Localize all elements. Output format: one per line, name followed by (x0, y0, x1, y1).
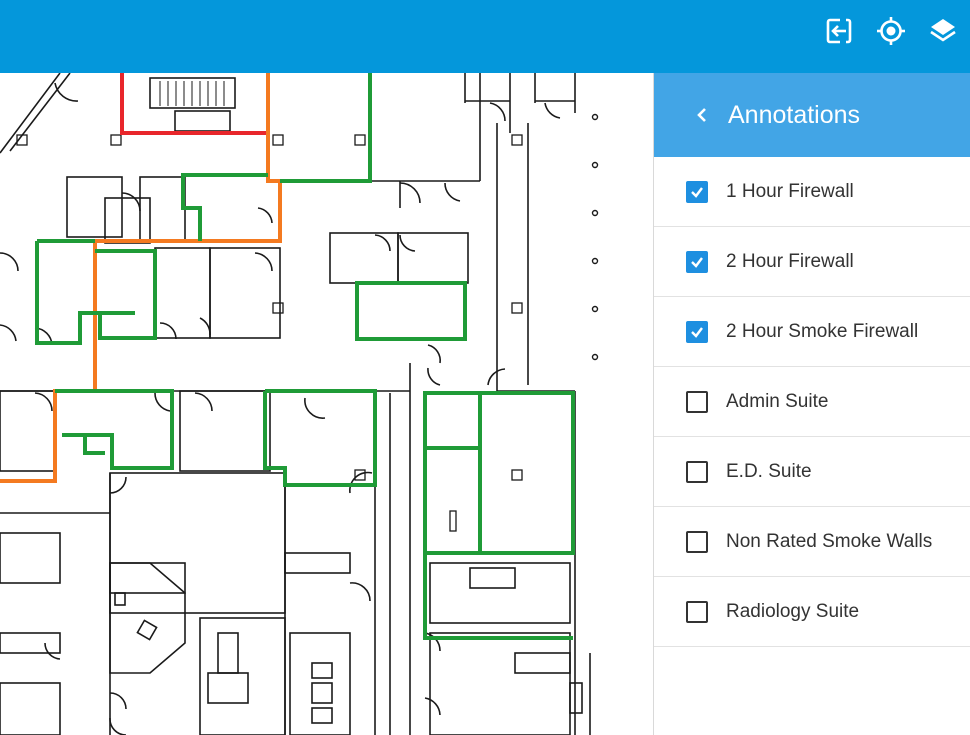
check-icon (691, 327, 703, 338)
annotation-item[interactable]: Non Rated Smoke Walls (654, 507, 970, 577)
annotation-label: Radiology Suite (726, 601, 860, 622)
corridor-markers (591, 113, 599, 361)
panel-header: Annotations (654, 73, 970, 157)
annotation-list: 1 Hour Firewall 2 Hour Firewall 2 Hour Smo… (654, 157, 970, 647)
annotation-checkbox[interactable] (686, 531, 708, 553)
annotation-checkbox[interactable] (686, 321, 708, 343)
chevron-left-icon[interactable] (688, 99, 716, 131)
annotation-label: 1 Hour Firewall (726, 181, 854, 202)
layers-icon[interactable] (926, 14, 960, 48)
annotation-item[interactable]: 2 Hour Smoke Firewall (654, 297, 970, 367)
annotation-label: E.D. Suite (726, 461, 812, 482)
annotation-checkbox[interactable] (686, 181, 708, 203)
annotation-checkbox[interactable] (686, 461, 708, 483)
annotations-panel: Annotations 1 Hour Firewall 2 Hour Firewa… (653, 73, 970, 735)
annotation-item[interactable]: Radiology Suite (654, 577, 970, 647)
building-walls (0, 73, 591, 735)
check-icon (691, 257, 703, 268)
annotation-label: 2 Hour Firewall (726, 251, 854, 272)
annotation-checkbox[interactable] (686, 391, 708, 413)
exit-icon[interactable] (822, 14, 856, 48)
annotation-item[interactable]: 2 Hour Firewall (654, 227, 970, 297)
annotation-label: Admin Suite (726, 391, 829, 412)
annotation-item[interactable]: 1 Hour Firewall (654, 157, 970, 227)
locate-icon[interactable] (874, 14, 908, 48)
annotation-label: 2 Hour Smoke Firewall (726, 321, 919, 342)
annotation-item[interactable]: E.D. Suite (654, 437, 970, 507)
annotation-checkbox[interactable] (686, 251, 708, 273)
floor-plan-map[interactable] (0, 73, 653, 735)
floor-plan-drawing (0, 73, 599, 735)
check-icon (691, 187, 703, 198)
top-bar (0, 0, 970, 73)
panel-title: Annotations (728, 101, 861, 129)
annotation-item[interactable]: Admin Suite (654, 367, 970, 437)
annotation-checkbox[interactable] (686, 601, 708, 623)
one-hour-firewall-line (120, 73, 268, 135)
annotation-label: Non Rated Smoke Walls (726, 531, 933, 552)
